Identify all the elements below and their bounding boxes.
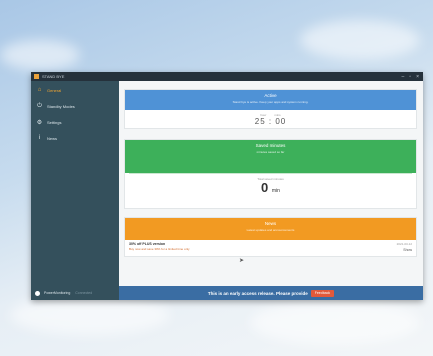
saved-subtitle: minutes saved so far: [256, 150, 285, 154]
status-card: Active Stand bye is active. Keep your ap…: [124, 89, 417, 129]
status-subtitle: Stand bye is active. Keep your apps and …: [232, 100, 309, 104]
maximize-button[interactable]: ▫: [409, 74, 411, 80]
sidebar-item-settings[interactable]: ⚙ Settings: [31, 115, 119, 129]
saved-minutes-card: Saved minutes minutes saved so far Total…: [124, 139, 417, 209]
sidebar-item-news[interactable]: i News: [31, 131, 119, 145]
saved-value: 0: [261, 180, 269, 195]
timer-value[interactable]: 25 : 00: [125, 117, 416, 126]
news-card: News Latest updates and announcements 30…: [124, 217, 417, 257]
sidebar-item-standby-modes[interactable]: ⏻ Standby Modes: [31, 99, 119, 113]
footer-status: Connected: [75, 291, 93, 295]
news-show-button[interactable]: Show: [397, 248, 412, 252]
sidebar-item-label: News: [47, 135, 58, 141]
news-item[interactable]: 30% off PLUS version Buy now and save 30…: [125, 240, 416, 254]
app-logo-icon: [34, 74, 39, 79]
news-title: News: [264, 221, 277, 226]
saved-title: Saved minutes: [255, 143, 286, 148]
saved-unit: min: [271, 188, 280, 194]
sidebar-item-label: Standby Modes: [47, 103, 75, 109]
news-item-subtitle: Buy now and save 30% for a limited time …: [129, 247, 190, 251]
feedback-button[interactable]: Feedback: [310, 289, 335, 297]
sidebar-item-general[interactable]: ⌂ General: [31, 83, 119, 97]
status-title: Active: [264, 93, 277, 98]
power-icon: ⏻: [37, 102, 42, 109]
divider: [129, 173, 412, 174]
status-dot-icon: [35, 290, 40, 296]
sidebar-item-label: Settings: [47, 119, 62, 125]
early-access-banner: This is an early access release. Please …: [119, 286, 423, 300]
sidebar-item-label: General: [47, 87, 62, 93]
title-bar: STAND BYE – ▫ ×: [31, 72, 423, 81]
sidebar: ⌂ General ⏻ Standby Modes ⚙ Settings i N…: [31, 81, 119, 300]
gear-icon: ⚙: [36, 119, 43, 126]
home-icon: ⌂: [37, 87, 42, 93]
close-button[interactable]: ×: [416, 74, 419, 80]
main-content: Active Stand bye is active. Keep your ap…: [119, 81, 423, 286]
news-subtitle: Latest updates and announcements: [246, 228, 295, 232]
sidebar-footer[interactable]: PowerMonitoring Connected: [31, 286, 119, 300]
minimize-button[interactable]: –: [402, 74, 405, 80]
banner-text: This is an early access release. Please …: [207, 290, 308, 296]
info-icon: i: [38, 135, 41, 141]
app-window: STAND BYE – ▫ × ⌂ General ⏻ Standby Mode…: [31, 72, 423, 300]
window-title: STAND BYE: [42, 74, 65, 79]
news-item-date: 2021-03-12: [396, 242, 412, 246]
mouse-cursor-icon: ➤: [239, 258, 245, 264]
news-item-title: 30% off PLUS version: [129, 242, 166, 246]
footer-label: PowerMonitoring: [44, 291, 71, 295]
